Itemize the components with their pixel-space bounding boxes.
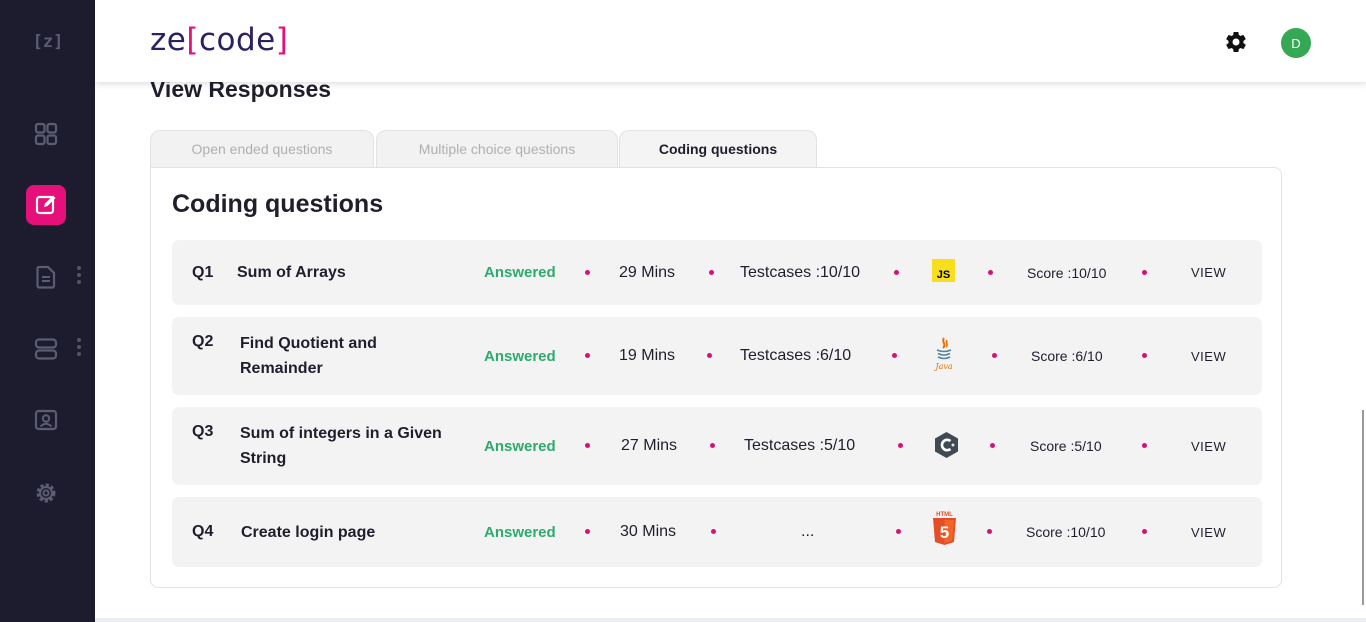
question-time: 30 Mins — [620, 523, 677, 540]
logo-bracket-open: [ — [186, 22, 199, 58]
logo-bracket-close: ] — [275, 22, 289, 58]
sidebar-item-dashboard[interactable] — [26, 114, 66, 154]
svg-text:Java: Java — [933, 362, 952, 371]
logo-word: code — [198, 22, 276, 58]
question-row: Q1 Sum of Arrays Answered 29 Mins Testca… — [172, 240, 1262, 305]
brand-logo[interactable]: ze[code] — [150, 22, 288, 58]
sidebar-item-responses[interactable] — [26, 185, 66, 225]
separator-dot — [710, 443, 715, 448]
separator-dot — [585, 353, 590, 358]
question-title: Create login page — [241, 523, 376, 541]
question-number: Q1 — [192, 263, 214, 281]
separator-dot — [892, 353, 897, 358]
bottom-edge — [95, 618, 1366, 622]
separator-dot — [894, 270, 899, 275]
csharp-icon — [935, 432, 958, 458]
question-testcases: Testcases :5/10 — [744, 437, 856, 454]
javascript-icon: JS — [932, 259, 955, 282]
question-number: Q2 — [192, 333, 214, 350]
question-row: Q2 Find Quotient and Remainder Answered … — [172, 317, 1262, 395]
panel-title: Coding questions — [172, 190, 384, 218]
tab-open-ended[interactable]: Open ended questions — [150, 130, 374, 167]
svg-text:JS: JS — [937, 269, 950, 281]
monitor-user-icon — [34, 409, 58, 431]
sidebar-logo[interactable]: [z] — [28, 22, 68, 62]
logo-prefix: ze — [150, 22, 187, 58]
question-status: Answered — [484, 347, 556, 365]
question-testcases: Testcases :10/10 — [740, 263, 861, 281]
separator-dot — [585, 270, 590, 275]
question-score: Score :10/10 — [1027, 264, 1107, 281]
view-button[interactable]: VIEW — [1191, 497, 1226, 567]
question-time: 27 Mins — [621, 437, 678, 454]
app-root: [z] ze[code] D View Responses Open ended… — [0, 0, 1366, 622]
question-time: 29 Mins — [619, 263, 676, 281]
java-icon: Java — [933, 337, 953, 371]
tab-coding[interactable]: Coding questions — [619, 130, 817, 167]
separator-dot — [585, 443, 590, 448]
question-number: Q4 — [192, 523, 214, 540]
question-title-line: Sum of integers in a Given — [240, 425, 442, 442]
sidebar-item-servers[interactable] — [26, 329, 66, 369]
separator-dot — [1142, 353, 1147, 358]
grid-icon — [34, 122, 58, 146]
question-testcases: Testcases :6/10 — [740, 347, 852, 364]
separator-dot — [992, 353, 997, 358]
separator-dot — [709, 270, 714, 275]
question-title-line: Find Quotient and — [240, 335, 377, 352]
document-icon — [36, 265, 56, 289]
coding-questions-panel: Coding questions Q1 Sum of Arrays Answer… — [150, 167, 1282, 588]
user-avatar[interactable]: D — [1281, 28, 1311, 58]
server-icon — [34, 338, 58, 360]
question-row: Q4 Create login page Answered 30 Mins ..… — [172, 497, 1262, 567]
separator-dot — [1142, 443, 1147, 448]
question-title: Sum of Arrays — [237, 264, 346, 281]
separator-dot — [1142, 270, 1147, 275]
tab-multiple-choice[interactable]: Multiple choice questions — [376, 130, 618, 167]
separator-dot — [585, 529, 590, 534]
sidebar-item-settings[interactable] — [26, 473, 66, 513]
view-button[interactable]: VIEW — [1191, 240, 1226, 305]
question-score: Score :5/10 — [1030, 438, 1102, 454]
separator-dot — [896, 529, 901, 534]
svg-text:HTML: HTML — [936, 512, 953, 518]
page-scrollbar[interactable] — [1362, 410, 1364, 605]
top-header: ze[code] D — [95, 0, 1366, 82]
separator-dot — [988, 270, 993, 275]
question-title-line: Remainder — [240, 360, 323, 377]
view-button[interactable]: VIEW — [1191, 407, 1226, 485]
question-time: 19 Mins — [619, 347, 676, 364]
question-status: Answered — [484, 437, 556, 455]
view-button[interactable]: VIEW — [1191, 317, 1226, 395]
separator-dot — [707, 353, 712, 358]
separator-dot — [711, 529, 716, 534]
separator-dot — [898, 443, 903, 448]
settings-gear-icon[interactable] — [1224, 30, 1248, 54]
question-score: Score :10/10 — [1026, 524, 1106, 540]
question-number: Q3 — [192, 423, 214, 440]
gear-icon — [36, 483, 56, 503]
sidebar: [z] — [0, 0, 95, 622]
edit-icon — [35, 195, 56, 215]
html5-icon: HTML 5 — [933, 512, 956, 545]
svg-text:5: 5 — [940, 523, 949, 542]
separator-dot — [1142, 529, 1147, 534]
servers-more-icon[interactable] — [76, 338, 82, 356]
question-title-line: String — [240, 450, 287, 467]
question-testcases: ... — [801, 523, 815, 540]
sidebar-item-proctoring[interactable] — [26, 401, 66, 441]
question-status: Answered — [484, 523, 556, 541]
documents-more-icon[interactable] — [76, 266, 82, 284]
separator-dot — [990, 443, 995, 448]
separator-dot — [987, 529, 992, 534]
sidebar-item-documents[interactable] — [26, 257, 66, 297]
question-row: Q3 Sum of integers in a Given String Ans… — [172, 407, 1262, 485]
question-status: Answered — [484, 264, 556, 281]
question-title: Sum of integers in a Given String — [240, 407, 442, 485]
question-score: Score :6/10 — [1031, 348, 1103, 364]
question-title: Find Quotient and Remainder — [240, 317, 377, 395]
